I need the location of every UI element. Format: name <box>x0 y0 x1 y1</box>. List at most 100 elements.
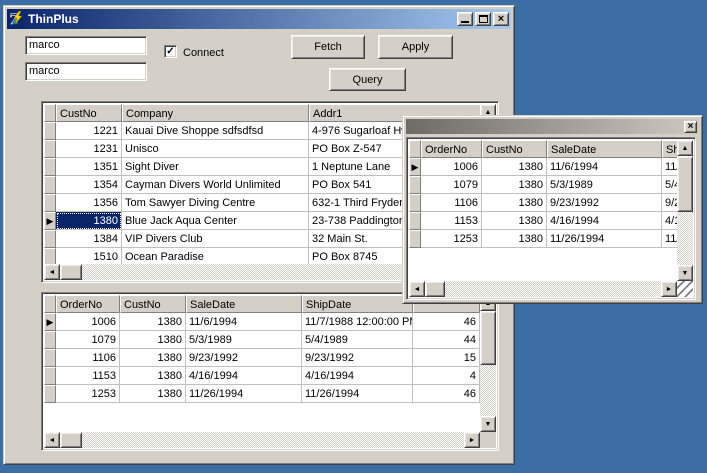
cell-shipdate[interactable]: 11/7/1988 12:00:00 PM <box>662 158 677 176</box>
cell-company[interactable]: Unisco <box>122 140 309 158</box>
cell-saledate[interactable]: 4/16/1994 <box>547 212 662 230</box>
column-header-custno[interactable]: CustNo <box>120 295 186 313</box>
cell-custno[interactable]: 1380 <box>120 385 186 403</box>
cell-saledate[interactable]: 4/16/1994 <box>186 367 302 385</box>
column-header-saledate[interactable]: SaleDate <box>186 295 302 313</box>
cell-custno[interactable]: 1380 <box>482 194 547 212</box>
scroll-down-icon[interactable]: ▼ <box>480 416 496 432</box>
connect-checkbox[interactable]: ✓ <box>164 45 177 58</box>
cell-custno[interactable]: 1380 <box>120 349 186 367</box>
main-titlebar[interactable]: 7 ThinPlus × <box>7 9 511 29</box>
cell-orderno[interactable]: 1153 <box>56 367 120 385</box>
username-field[interactable]: marco <box>25 36 147 55</box>
cell-company[interactable]: VIP Divers Club <box>122 230 309 248</box>
cell-empno[interactable]: 44 <box>413 331 480 349</box>
cell-saledate[interactable]: 9/23/1992 <box>547 194 662 212</box>
cell-company[interactable]: Ocean Paradise <box>122 248 309 264</box>
cell-orderno[interactable]: 1106 <box>421 194 482 212</box>
maximize-button[interactable] <box>475 12 491 26</box>
cell-saledate[interactable]: 5/3/1989 <box>186 331 302 349</box>
popup-close-button[interactable]: × <box>684 121 697 133</box>
vscroll-thumb[interactable] <box>480 311 496 365</box>
cell-saledate[interactable]: 11/26/1994 <box>186 385 302 403</box>
cell-custno[interactable]: 1354 <box>56 176 122 194</box>
scroll-up-icon[interactable]: ▲ <box>677 140 693 156</box>
query-button[interactable]: Query <box>329 68 406 91</box>
orders-vscrollbar[interactable]: ▲ ▼ <box>480 295 496 432</box>
column-header-saledate[interactable]: SaleDate <box>547 140 662 158</box>
cell-shipdate[interactable]: 9/23/1992 <box>302 349 413 367</box>
hscroll-thumb[interactable] <box>60 264 82 280</box>
popup-vscrollbar[interactable]: ▲ ▼ <box>677 140 693 281</box>
cell-custno[interactable]: 1380 <box>120 367 186 385</box>
cell-custno[interactable]: 1510 <box>56 248 122 264</box>
cell-custno[interactable]: 1380 <box>482 158 547 176</box>
cell-saledate[interactable]: 9/23/1992 <box>186 349 302 367</box>
cell-orderno[interactable]: 1106 <box>56 349 120 367</box>
cell-shipdate[interactable]: 11/26/1994 <box>302 385 413 403</box>
cell-saledate[interactable]: 11/6/1994 <box>547 158 662 176</box>
scroll-left-icon[interactable]: ◄ <box>44 432 60 448</box>
popup-titlebar[interactable]: × <box>406 119 699 134</box>
cell-shipdate[interactable]: 4/16/1994 <box>302 367 413 385</box>
scroll-left-icon[interactable]: ◄ <box>409 281 425 297</box>
cell-custno[interactable]: 1380 <box>120 331 186 349</box>
cell-orderno[interactable]: 1079 <box>56 331 120 349</box>
apply-button[interactable]: Apply <box>378 35 453 59</box>
cell-custno[interactable]: 1356 <box>56 194 122 212</box>
cell-custno[interactable]: 1380 <box>482 176 547 194</box>
scroll-right-icon[interactable]: ► <box>464 432 480 448</box>
cell-shipdate[interactable]: 11/26/1994 <box>662 230 677 248</box>
cell-shipdate[interactable]: 4/16/1994 <box>662 212 677 230</box>
cell-orderno[interactable]: 1079 <box>421 176 482 194</box>
column-header-company[interactable]: Company <box>122 104 309 122</box>
cell-custno[interactable]: 1380 <box>120 313 186 331</box>
column-header-custno[interactable]: CustNo <box>56 104 122 122</box>
cell-empno[interactable]: 46 <box>413 313 480 331</box>
cell-shipdate[interactable]: 5/4/1989 <box>302 331 413 349</box>
scroll-right-icon[interactable]: ► <box>661 281 677 297</box>
cell-saledate[interactable]: 11/26/1994 <box>547 230 662 248</box>
cell-empno[interactable]: 4 <box>413 367 480 385</box>
column-header-shipdate[interactable]: ShipDate <box>302 295 413 313</box>
fetch-button[interactable]: Fetch <box>291 35 365 59</box>
column-header-orderno[interactable]: OrderNo <box>56 295 120 313</box>
close-button[interactable]: × <box>493 12 509 26</box>
popup-hscrollbar[interactable]: ◄ ► <box>409 281 677 297</box>
cell-orderno[interactable]: 1153 <box>421 212 482 230</box>
cell-shipdate[interactable]: 9/23/1992 <box>662 194 677 212</box>
cell-company[interactable]: Tom Sawyer Diving Centre <box>122 194 309 212</box>
cell-shipdate[interactable]: 11/7/1988 12:00:00 PM <box>302 313 413 331</box>
cell-custno[interactable]: 1380 <box>482 230 547 248</box>
hscroll-thumb[interactable] <box>60 432 82 448</box>
resize-grip[interactable] <box>677 281 693 297</box>
cell-orderno[interactable]: 1006 <box>421 158 482 176</box>
cell-empno[interactable]: 46 <box>413 385 480 403</box>
cell-company[interactable]: Blue Jack Aqua Center <box>122 212 309 230</box>
scroll-left-icon[interactable]: ◄ <box>44 264 60 280</box>
cell-empno[interactable]: 15 <box>413 349 480 367</box>
connect-label[interactable]: Connect <box>183 47 224 59</box>
cell-shipdate[interactable]: 5/4/1989 <box>662 176 677 194</box>
column-header-shipdate[interactable]: ShipDate <box>662 140 677 158</box>
cell-custno[interactable]: 1384 <box>56 230 122 248</box>
cell-company[interactable]: Sight Diver <box>122 158 309 176</box>
cell-custno[interactable]: 1221 <box>56 122 122 140</box>
cell-saledate[interactable]: 11/6/1994 <box>186 313 302 331</box>
cell-company[interactable]: Kauai Dive Shoppe sdfsdfsd <box>122 122 309 140</box>
cell-custno[interactable]: 1231 <box>56 140 122 158</box>
cell-orderno[interactable]: 1006 <box>56 313 120 331</box>
cell-orderno[interactable]: 1253 <box>421 230 482 248</box>
password-field[interactable]: marco <box>25 62 147 81</box>
column-header-custno[interactable]: CustNo <box>482 140 547 158</box>
orders-hscrollbar[interactable]: ◄ ► <box>44 432 480 448</box>
column-header-orderno[interactable]: OrderNo <box>421 140 482 158</box>
cell-company[interactable]: Cayman Divers World Unlimited <box>122 176 309 194</box>
minimize-button[interactable] <box>457 12 473 26</box>
cell-custno[interactable]: 1380 <box>482 212 547 230</box>
cell-orderno[interactable]: 1253 <box>56 385 120 403</box>
cell-custno-selected[interactable]: 1380 <box>56 212 122 230</box>
hscroll-thumb[interactable] <box>425 281 445 297</box>
cell-saledate[interactable]: 5/3/1989 <box>547 176 662 194</box>
vscroll-thumb[interactable] <box>677 156 693 212</box>
